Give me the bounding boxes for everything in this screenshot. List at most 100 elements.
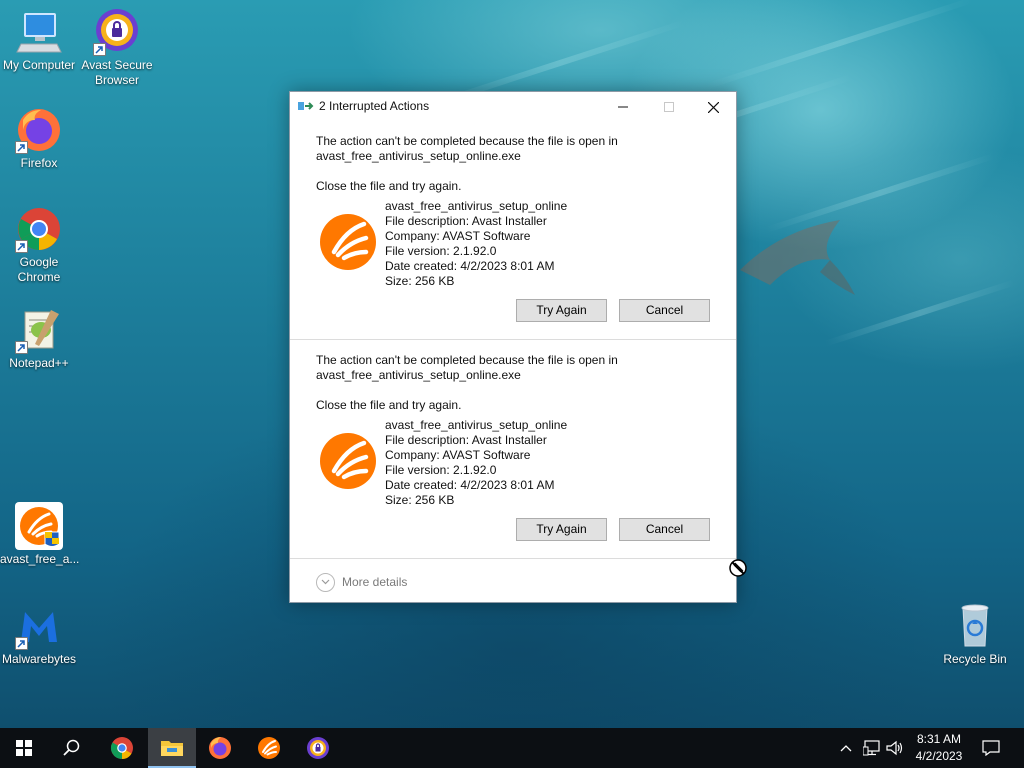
chrome-icon	[111, 737, 133, 759]
file-explorer-icon	[161, 741, 183, 756]
file-company: Company: AVAST Software	[385, 229, 531, 243]
chevron-down-icon	[316, 572, 335, 592]
error-message: The action can't be completed because th…	[316, 134, 618, 164]
avast-installer-icon	[320, 433, 376, 489]
windows-logo-icon	[16, 740, 32, 756]
more-details-label: More details	[342, 575, 408, 589]
file-info: avast_free_antivirus_setup_online File d…	[385, 199, 567, 289]
desktop-icon-avast-installer[interactable]: avast_free_a...	[0, 502, 80, 567]
file-name: avast_free_antivirus_setup_online	[385, 199, 568, 213]
file-company: Company: AVAST Software	[385, 448, 531, 462]
desktop-icon-notepad-plus-plus[interactable]: Notepad++	[0, 306, 78, 371]
try-again-button[interactable]: Try Again	[516, 518, 607, 541]
recycle-bin-icon	[951, 602, 999, 650]
avast-secure-browser-icon	[93, 8, 141, 56]
file-date-created: Date created: 4/2/2023 8:01 AM	[385, 478, 555, 492]
desktop-icon-google-chrome[interactable]: Google Chrome	[0, 205, 78, 285]
desktop-icon-label: avast_free_a...	[0, 552, 80, 566]
maximize-button[interactable]	[646, 92, 692, 122]
desktop-icon-label: Notepad++	[9, 356, 69, 370]
file-size: Size: 256 KB	[385, 274, 455, 288]
clock-date: 4/2/2023	[915, 749, 963, 763]
start-button[interactable]	[0, 728, 48, 768]
search-icon	[63, 739, 80, 756]
search-button[interactable]	[48, 728, 96, 768]
busy-cursor-icon	[729, 559, 747, 577]
show-hidden-icons-button[interactable]	[836, 728, 856, 768]
taskbar: 8:31 AM 4/2/2023	[0, 728, 1024, 768]
malwarebytes-icon	[15, 602, 63, 650]
error-message: The action can't be completed because th…	[316, 353, 618, 383]
cancel-button[interactable]: Cancel	[619, 299, 710, 322]
chrome-icon	[15, 205, 63, 253]
desktop-icon-label: Avast Secure Browser	[81, 58, 153, 87]
action-center-button[interactable]	[978, 728, 1004, 768]
error-message-line: avast_free_antivirus_setup_online.exe	[316, 149, 521, 163]
shortcut-arrow-icon	[93, 43, 106, 56]
network-button[interactable]	[860, 728, 884, 768]
taskbar-chrome[interactable]	[98, 728, 146, 768]
file-version: File version: 2.1.92.0	[385, 463, 497, 477]
file-info: avast_free_antivirus_setup_online File d…	[385, 418, 567, 508]
close-button[interactable]	[690, 92, 736, 122]
error-message-line: avast_free_antivirus_setup_online.exe	[316, 368, 521, 382]
cancel-button[interactable]: Cancel	[619, 518, 710, 541]
file-size: Size: 256 KB	[385, 493, 455, 507]
more-details-toggle[interactable]: More details	[316, 572, 407, 592]
speaker-icon	[886, 740, 903, 756]
taskbar-firefox[interactable]	[196, 728, 244, 768]
avast-secure-browser-icon	[307, 737, 329, 759]
desktop-icon-label: Malwarebytes	[1, 652, 77, 666]
desktop-icon-recycle-bin[interactable]: Recycle Bin	[936, 602, 1014, 667]
desktop-icon-my-computer[interactable]: My Computer	[0, 8, 78, 73]
volume-button[interactable]	[884, 728, 906, 768]
taskbar-avast[interactable]	[245, 728, 293, 768]
chevron-up-icon	[840, 745, 852, 752]
clock-time: 8:31 AM	[916, 732, 962, 746]
desktop-icon-firefox[interactable]: Firefox	[0, 106, 78, 171]
taskbar-avast-secure-browser[interactable]	[294, 728, 342, 768]
desktop-icon-malwarebytes[interactable]: Malwarebytes	[0, 602, 78, 667]
item-divider	[290, 339, 736, 340]
avast-icon	[258, 737, 280, 759]
maximize-icon	[664, 102, 674, 112]
desktop-icon-avast-secure-browser[interactable]: Avast Secure Browser	[78, 8, 156, 88]
light-ray	[705, 0, 975, 90]
dialog-titlebar[interactable]: 2 Interrupted Actions	[290, 92, 736, 122]
desktop-icon-label: Firefox	[20, 156, 58, 170]
shortcut-arrow-icon	[15, 141, 28, 154]
avast-installer-icon	[15, 502, 63, 550]
computer-icon	[15, 8, 63, 56]
dialog-title: 2 Interrupted Actions	[319, 99, 430, 113]
error-message-line: The action can't be completed because th…	[316, 353, 618, 367]
taskbar-file-explorer[interactable]	[148, 728, 196, 768]
try-again-button[interactable]: Try Again	[516, 299, 607, 322]
file-date-created: Date created: 4/2/2023 8:01 AM	[385, 259, 555, 273]
desktop-icon-label: Recycle Bin	[943, 652, 1007, 666]
file-move-icon	[298, 102, 314, 110]
minimize-icon	[618, 106, 628, 108]
shortcut-arrow-icon	[15, 341, 28, 354]
avast-installer-icon	[320, 214, 376, 270]
instruction-text: Close the file and try again.	[316, 179, 462, 193]
minimize-button[interactable]	[600, 92, 646, 122]
error-message-line: The action can't be completed because th…	[316, 134, 618, 148]
file-description: File description: Avast Installer	[385, 214, 547, 228]
close-icon	[707, 101, 719, 113]
file-version: File version: 2.1.92.0	[385, 244, 497, 258]
network-icon	[863, 740, 880, 756]
desktop-icon-label: My Computer	[2, 58, 76, 72]
footer-divider	[290, 558, 736, 559]
wallpaper-fish	[740, 220, 855, 295]
desktop-icon-label: Google Chrome	[17, 255, 61, 284]
shortcut-arrow-icon	[15, 240, 28, 253]
taskbar-clock[interactable]: 8:31 AM 4/2/2023	[910, 731, 968, 765]
shortcut-arrow-icon	[15, 637, 28, 650]
file-description: File description: Avast Installer	[385, 433, 547, 447]
firefox-icon	[15, 106, 63, 154]
desktop: My Computer Avast Secure Browser Firefox	[0, 0, 1024, 728]
notepad-plus-plus-icon	[15, 306, 63, 354]
interrupted-actions-dialog: 2 Interrupted Actions The action can't b…	[289, 91, 737, 603]
firefox-icon	[209, 737, 231, 759]
instruction-text: Close the file and try again.	[316, 398, 462, 412]
